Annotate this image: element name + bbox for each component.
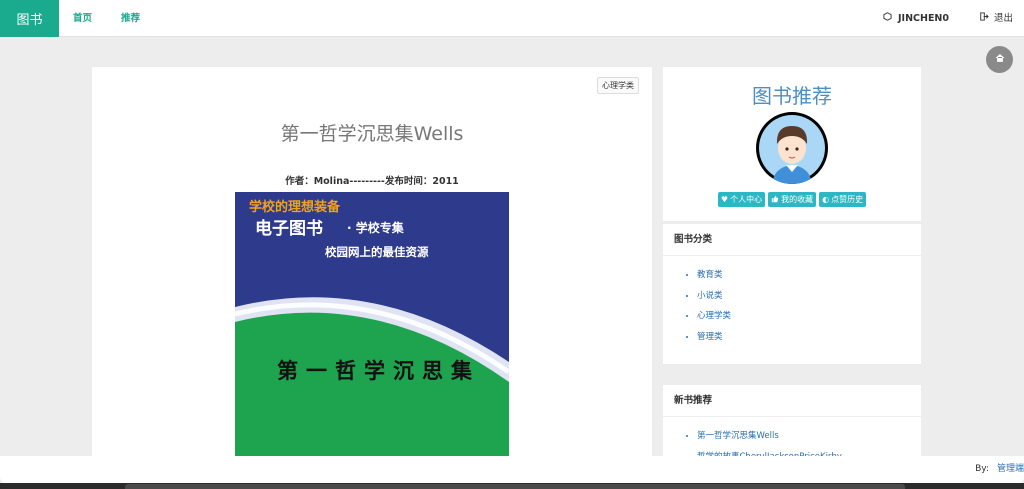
category-panel: 图书分类 教育类 小说类 心理学类 管理类 xyxy=(663,224,921,364)
nav-recommend-link[interactable]: 推荐 xyxy=(121,0,140,37)
user-menu[interactable]: JINCHEN0 xyxy=(883,0,949,37)
logout-icon xyxy=(980,0,989,37)
personal-center-button[interactable]: ♥ 个人中心 xyxy=(717,192,766,207)
logout-label: 退出 xyxy=(994,13,1014,24)
cover-line2-suffix: · 学校专集 xyxy=(347,220,405,235)
category-item[interactable]: 管理类 xyxy=(697,330,731,351)
cover-line3: 校园网上的最佳资源 xyxy=(325,245,429,259)
new-book-item[interactable]: 第一哲学沉思集Wells xyxy=(697,429,842,450)
heart-icon: ♥ xyxy=(720,195,729,204)
cover-line1: 学校的理想装备 xyxy=(249,199,341,215)
home-icon xyxy=(995,53,1005,66)
category-item[interactable]: 心理学类 xyxy=(697,309,731,330)
brand-logo[interactable]: 图书 xyxy=(0,0,59,37)
like-history-button[interactable]: ◐ 点赞历史 xyxy=(819,192,867,207)
book-title: 第一哲学沉思集Wells xyxy=(280,123,464,145)
recommend-panel: 图书推荐 ♥ 个人中心 我的收藏 ◐ 点赞历史 xyxy=(663,67,921,221)
footer-by: By: xyxy=(975,464,989,474)
my-favorites-label: 我的收藏 xyxy=(781,195,814,204)
footer: By: 管理端 xyxy=(0,456,1024,483)
my-favorites-button[interactable]: 我的收藏 xyxy=(768,192,817,207)
nav-home-link[interactable]: 首页 xyxy=(73,0,92,37)
profile-buttons: ♥ 个人中心 我的收藏 ◐ 点赞历史 xyxy=(663,192,921,207)
like-history-label: 点赞历史 xyxy=(831,195,864,204)
book-detail-panel: 心理学类 第一哲学沉思集Wells 作者：Molina---------发布时间… xyxy=(92,67,652,467)
half-circle-icon: ◐ xyxy=(822,195,830,204)
book-meta: 作者：Molina---------发布时间：2011 xyxy=(285,176,459,187)
home-float-button[interactable] xyxy=(986,46,1013,73)
top-navbar: 图书 首页 推荐 JINCHEN0 退出 xyxy=(0,0,1024,37)
category-list: 教育类 小说类 心理学类 管理类 xyxy=(697,268,731,350)
book-cover-image: 学校的理想装备 电子图书 · 学校专集 校园网上的最佳资源 第一哲学沉思集 xyxy=(235,192,509,467)
personal-center-label: 个人中心 xyxy=(730,195,763,204)
cover-line2: 电子图书 xyxy=(255,218,323,239)
avatar[interactable] xyxy=(756,112,828,184)
os-dock xyxy=(125,484,905,489)
category-tag[interactable]: 心理学类 xyxy=(597,77,639,94)
category-heading: 图书分类 xyxy=(663,224,921,256)
thumbs-up-icon xyxy=(771,195,779,205)
cover-title: 第一哲学沉思集 xyxy=(277,358,480,383)
recommend-title: 图书推荐 xyxy=(752,84,832,108)
logout-button[interactable]: 退出 xyxy=(980,0,1013,37)
admin-link[interactable]: 管理端 xyxy=(997,464,1024,474)
footer-credit: By: 管理端 xyxy=(975,456,1024,483)
username: JINCHEN0 xyxy=(898,13,949,24)
user-icon xyxy=(883,0,892,37)
category-item[interactable]: 教育类 xyxy=(697,268,731,289)
category-item[interactable]: 小说类 xyxy=(697,289,731,310)
new-books-heading: 新书推荐 xyxy=(663,385,921,417)
